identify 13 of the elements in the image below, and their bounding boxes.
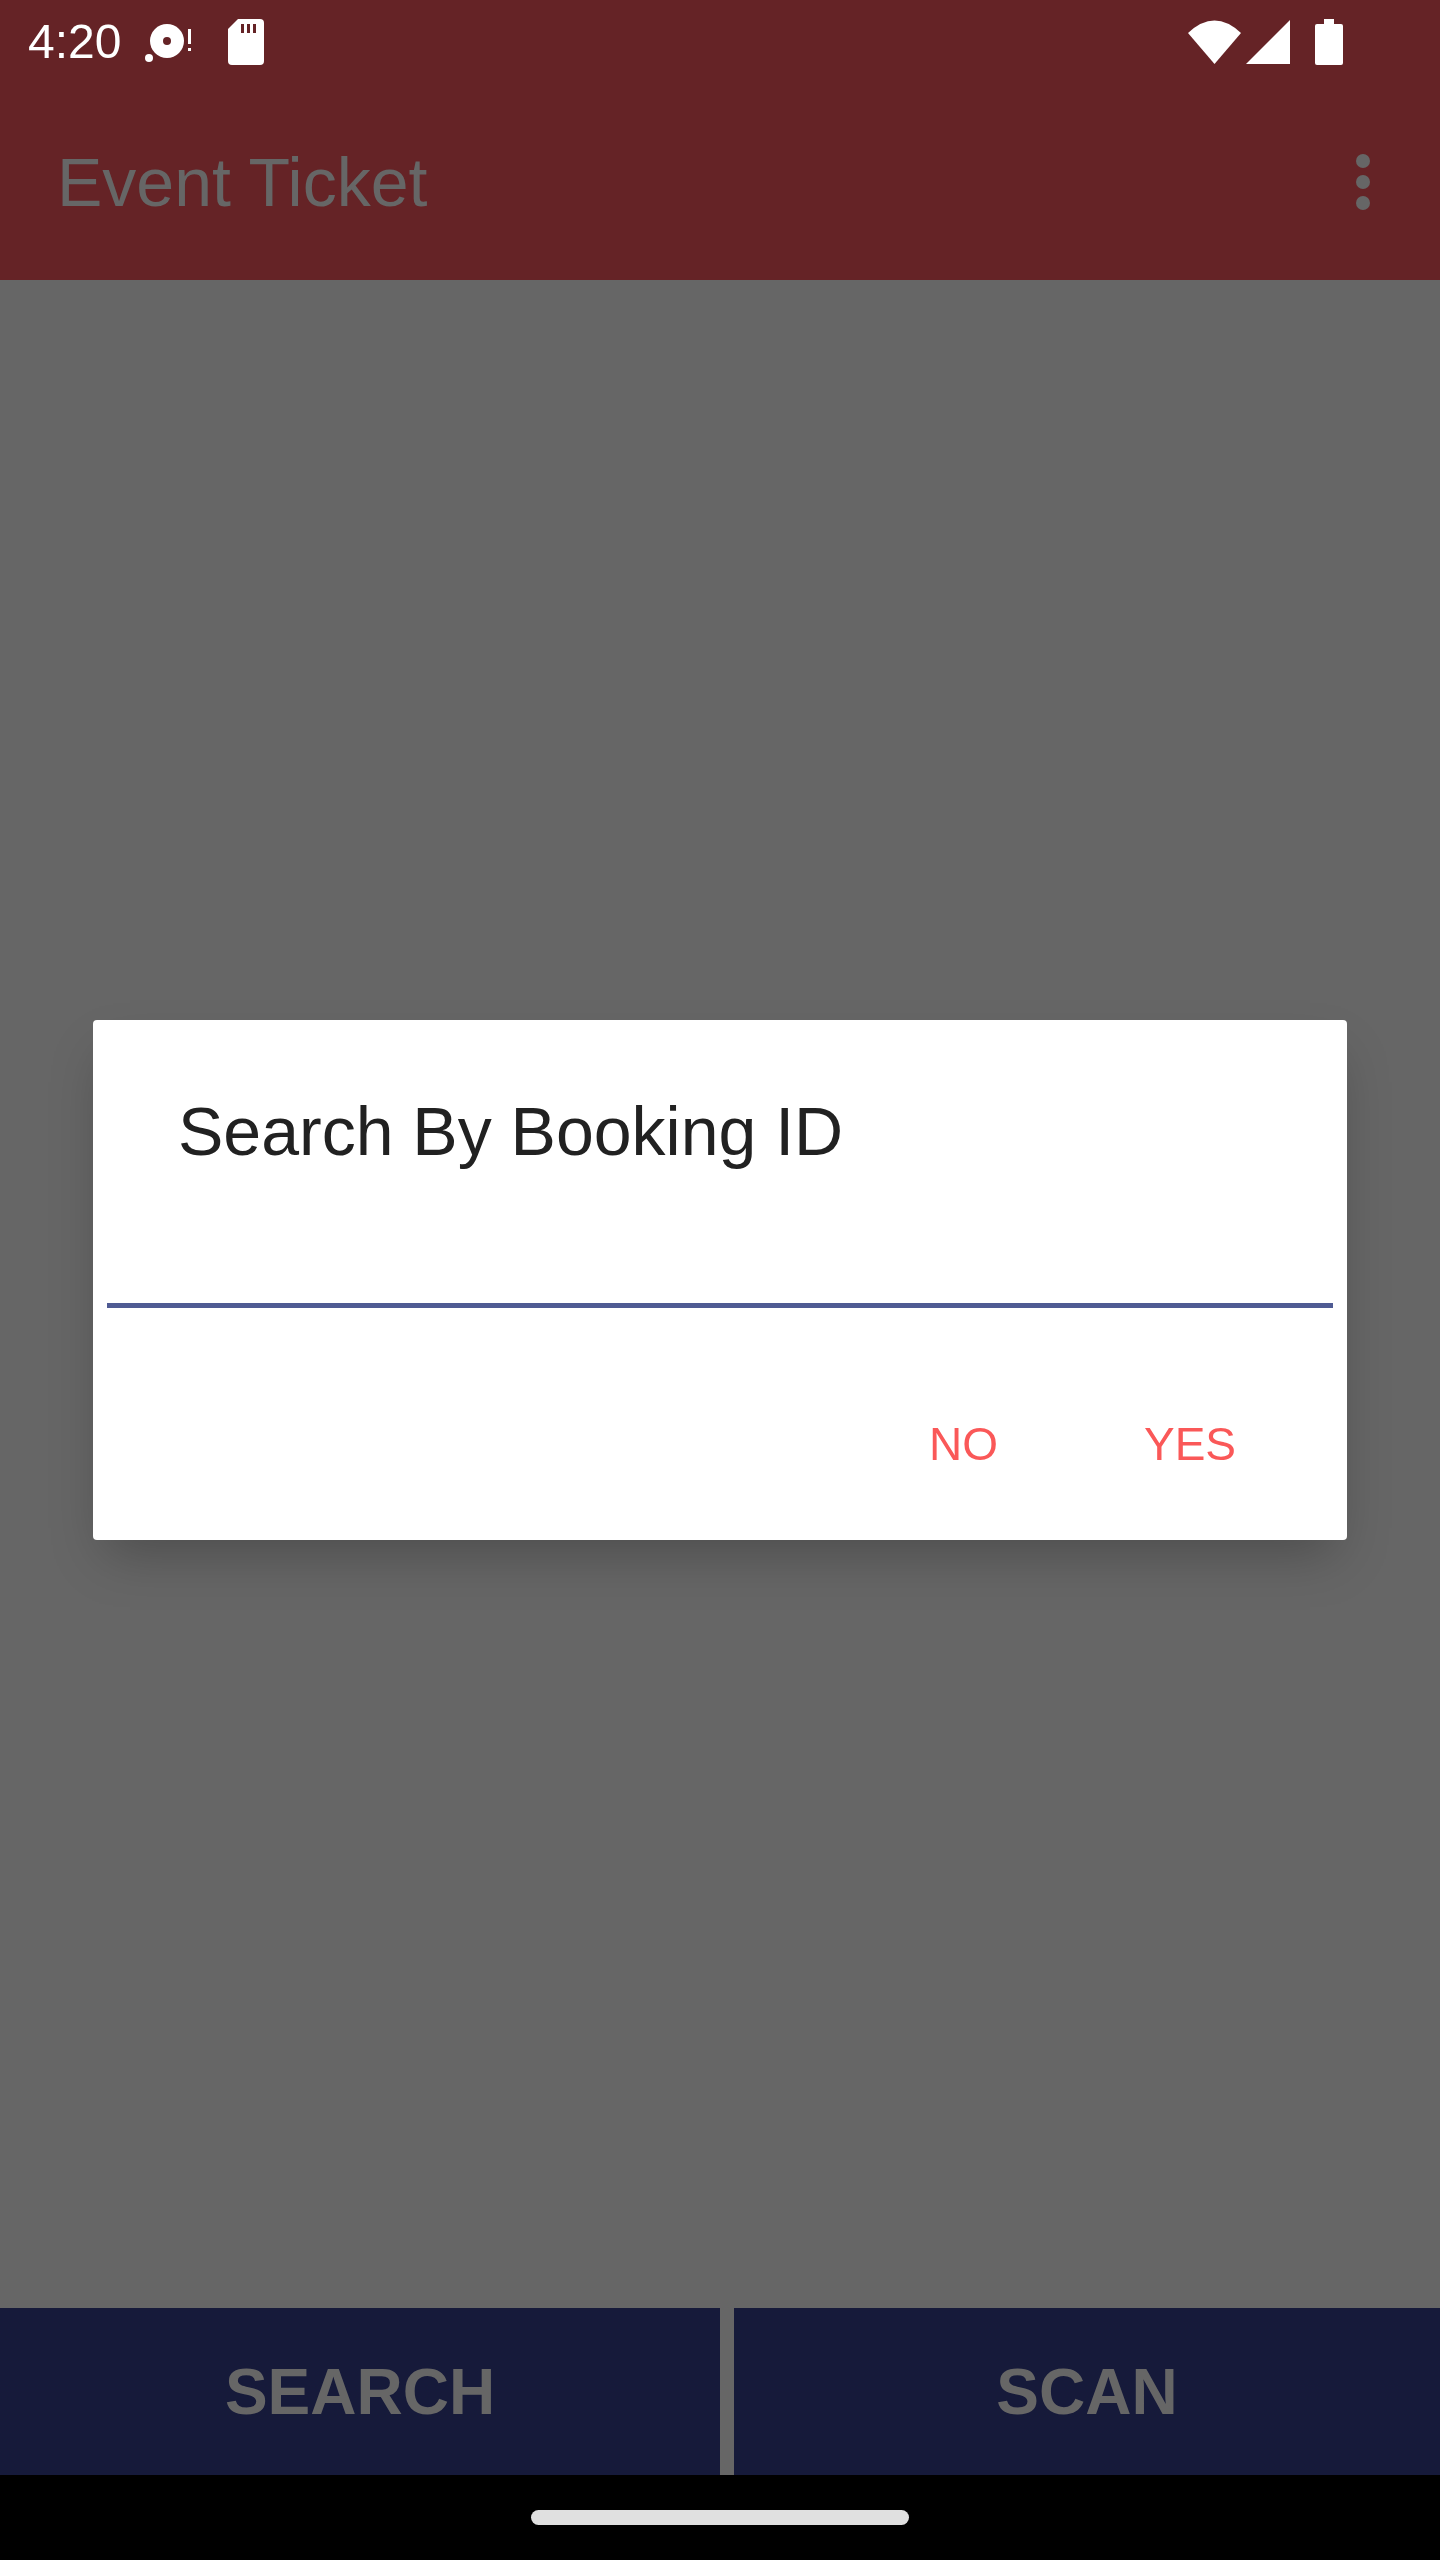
no-button[interactable]: NO: [894, 1400, 1032, 1488]
kebab-menu-icon: [1355, 153, 1371, 211]
signal-icon: [1246, 20, 1290, 64]
app-title: Event Ticket: [57, 143, 428, 221]
dialog-title: Search By Booking ID: [178, 1093, 844, 1169]
yes-button[interactable]: YES: [1109, 1400, 1270, 1488]
battery-icon: [1315, 19, 1343, 65]
scan-tab-button[interactable]: SCAN: [734, 2308, 1440, 2475]
status-time: 4:20: [28, 14, 122, 70]
search-tab-button[interactable]: SEARCH: [0, 2308, 720, 2475]
disc-alert-icon: [144, 21, 193, 63]
wifi-icon: [1188, 20, 1241, 64]
sd-card-icon: [228, 19, 265, 65]
